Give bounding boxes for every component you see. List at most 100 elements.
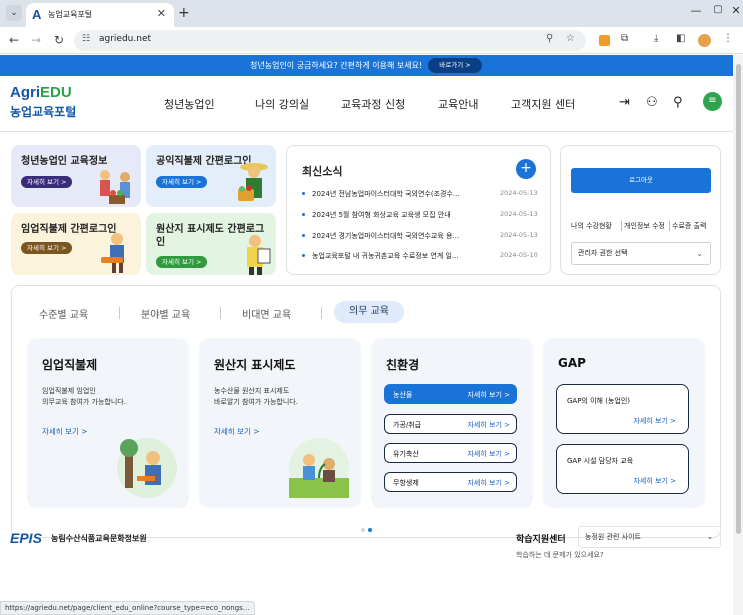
news-item-date: 2024-05-13 <box>500 210 538 218</box>
banner-shortcut-button[interactable]: 바로가기 > <box>428 58 482 73</box>
minimize-icon[interactable]: — <box>686 4 706 17</box>
download-icon[interactable]: ⤓ <box>654 33 658 44</box>
tab-close-icon[interactable]: ✕ <box>157 7 166 20</box>
tab-mandatory-education[interactable]: 의무 교육 <box>334 301 404 323</box>
epis-logo[interactable]: EPIS <box>10 530 42 546</box>
option-more: 자세히 보기 > <box>467 391 510 399</box>
zoom-icon[interactable]: ⚲ <box>546 33 553 44</box>
card-more-button[interactable]: 자세히 보기 > <box>156 176 208 188</box>
extension-icon[interactable] <box>599 35 610 46</box>
card-more-button[interactable]: 자세히 보기 > <box>21 176 73 188</box>
header-divider <box>0 131 733 132</box>
farmer-with-basket-icon <box>238 163 268 201</box>
news-item-title[interactable]: 2024년 5월 참여형 화상교육 교육생 모집 안내 <box>312 210 480 220</box>
eco-option-organic-livestock[interactable]: 유기축산 자세히 보기 > <box>384 443 517 463</box>
nav-edu-guide[interactable]: 교육안내 <box>438 96 478 112</box>
news-item-date: 2024-05-13 <box>500 231 538 239</box>
related-sites-select[interactable]: 농정원 관련 사이트 ⌄ <box>578 526 721 548</box>
tab-title: 농업교육포털 <box>48 10 93 19</box>
print-certificate-link[interactable]: 수료증 출력 <box>672 221 706 231</box>
news-title: 최신소식 <box>302 165 343 178</box>
tab-divider <box>220 307 221 319</box>
panel-description: 임업직불제 임업인 의무교육 참여가 가능합니다. <box>42 386 126 408</box>
news-item-title[interactable]: 농업교육포털 내 귀농귀촌교육 수료정보 연계 일... <box>312 251 480 261</box>
site-logo[interactable]: AgriEDU <box>10 84 72 101</box>
profile-avatar[interactable] <box>698 34 711 47</box>
top-banner: 청년농업인이 궁금하세요? 간편하게 이용해 보세요! 바로가기 > <box>0 55 733 76</box>
panel-desc-line: 임업직불제 임업인 <box>42 387 96 395</box>
option-more: 자세히 보기 > <box>467 421 510 429</box>
link-divider <box>669 221 670 231</box>
admin-role-select-value: 관리자 권한 선택 <box>578 249 628 257</box>
card-origin-labeling-login[interactable]: 원산지 표시제도 간편로그인 자세히 보기 > <box>146 213 276 275</box>
tab-online-education[interactable]: 비대면 교육 <box>242 306 291 321</box>
eco-option-antibiotic-free[interactable]: 무항생제 자세히 보기 > <box>384 472 517 492</box>
side-panel-icon[interactable]: ◧ <box>676 33 685 44</box>
card-young-farmer-info[interactable]: 청년농업인 교육정보 자세히 보기 > <box>11 145 141 207</box>
gap-box-label: GAP 시설 담당자 교육 <box>567 457 634 465</box>
card-more-button[interactable]: 자세히 보기 > <box>156 256 208 268</box>
bookmark-star-icon[interactable]: ☆ <box>566 33 575 44</box>
tab-level-education[interactable]: 수준별 교육 <box>39 306 88 321</box>
nav-my-classroom[interactable]: 나의 강의실 <box>255 96 309 112</box>
panel-description: 농수산물 원산지 표시제도 바로알기 참여가 가능합니다. <box>214 386 298 408</box>
news-item-date: 2024-05-13 <box>500 189 538 197</box>
browser-tab-bar: ⌄ A 농업교육포털 ✕ + — ▢ ✕ <box>0 0 743 27</box>
extensions-puzzle-icon[interactable]: ⧉ <box>621 33 628 44</box>
panel-origin-labeling[interactable]: 원산지 표시제도 농수산물 원산지 표시제도 바로알기 참여가 가능합니다. 자… <box>199 338 361 508</box>
tab-field-education[interactable]: 분야별 교육 <box>141 306 190 321</box>
site-logo-subtitle[interactable]: 농업교육포털 <box>10 103 76 120</box>
reload-icon[interactable]: ↻ <box>51 33 67 47</box>
maximize-icon[interactable]: ▢ <box>708 4 728 15</box>
news-more-plus-icon[interactable]: + <box>516 159 536 179</box>
nav-support-center[interactable]: 고객지원 센터 <box>511 96 575 112</box>
page-scrollbar-thumb[interactable] <box>736 64 741 534</box>
url-text[interactable]: agriedu.net <box>99 34 151 44</box>
news-item-title[interactable]: 2024년 전남농업마이스터대학 국외연수(조경수... <box>312 189 480 199</box>
search-icon[interactable]: ⚲ <box>673 95 683 110</box>
site-info-icon[interactable]: ☷ <box>82 34 90 44</box>
eco-option-processing[interactable]: 가공/취급 자세히 보기 > <box>384 414 517 434</box>
panel-title: 원산지 표시제도 <box>214 358 296 372</box>
pagination-dot[interactable] <box>361 528 365 532</box>
forward-arrow-icon[interactable]: → <box>28 33 44 47</box>
all-menu-icon[interactable]: ≡ <box>703 92 722 111</box>
pagination-dot-active[interactable] <box>368 528 372 532</box>
tab-search-chevron-icon[interactable]: ⌄ <box>6 5 22 21</box>
admin-role-select[interactable]: 관리자 권한 선택 ⌄ <box>571 242 711 265</box>
card-forestry-direct-payment-login[interactable]: 임업직불제 간편로그인 자세히 보기 > <box>11 213 141 275</box>
eco-option-produce[interactable]: 농산물 자세히 보기 > <box>384 384 517 404</box>
browser-tab[interactable]: A 농업교육포털 ✕ <box>26 3 174 27</box>
bullet-icon <box>302 254 305 257</box>
new-tab-plus-icon[interactable]: + <box>178 5 190 21</box>
card-more-button[interactable]: 자세히 보기 > <box>21 242 73 254</box>
browser-menu-icon[interactable]: ⋮ <box>723 33 733 44</box>
panel-eco-friendly: 친환경 농산물 자세히 보기 > 가공/취급 자세히 보기 > 유기축산 자세히 보기… <box>371 338 533 508</box>
panel-gap: GAP GAP의 이해 (농업인) 자세히 보기 > GAP 시설 담당자 교육 자… <box>543 338 705 508</box>
gap-facility-staff-course[interactable]: GAP 시설 담당자 교육 자세히 보기 > <box>556 444 689 494</box>
user-icon[interactable]: ⚇ <box>646 95 658 110</box>
browser-toolbar: ← → ↻ ☷ agriedu.net ⚲ ☆ ⧉ ⤓ ◧ ⋮ <box>0 27 743 54</box>
panel-more-link[interactable]: 자세히 보기 > <box>42 426 88 437</box>
logout-button[interactable]: 로그아웃 <box>571 168 711 193</box>
logout-arrow-icon[interactable]: ⇥ <box>619 95 630 110</box>
nav-young-farmer[interactable]: 청년농업인 <box>164 96 215 112</box>
forester-chainsaw-icon <box>101 233 124 273</box>
news-item-title[interactable]: 2024년 경기농업마이스터대학 국외연수교육 용... <box>312 231 480 241</box>
panel-desc-line: 농수산물 원산지 표시제도 <box>214 387 290 395</box>
address-bar[interactable]: ☷ agriedu.net ⚲ ☆ <box>74 30 586 51</box>
gap-farmer-course[interactable]: GAP의 이해 (농업인) 자세히 보기 > <box>556 384 689 434</box>
carousel-pagination <box>361 525 375 535</box>
panel-more-link[interactable]: 자세히 보기 > <box>214 426 260 437</box>
panel-desc-line: 의무교육 참여가 가능합니다. <box>42 398 126 406</box>
edit-profile-link[interactable]: 개인정보 수정 <box>624 221 665 231</box>
nav-course-apply[interactable]: 교육과정 신청 <box>341 96 405 112</box>
panel-desc-line: 바로알기 참여가 가능합니다. <box>214 398 298 406</box>
back-arrow-icon[interactable]: ← <box>6 33 22 47</box>
my-course-status-link[interactable]: 나의 수강현황 <box>571 221 612 231</box>
card-public-direct-payment-login[interactable]: 공익직불제 간편로그인 자세히 보기 > <box>146 145 276 207</box>
site-favicon-icon: A <box>32 7 42 22</box>
news-item-date: 2024-05-10 <box>500 251 538 259</box>
panel-forestry-payment[interactable]: 임업직불제 임업직불제 임업인 의무교육 참여가 가능합니다. 자세히 보기 > <box>27 338 189 508</box>
window-close-icon[interactable]: ✕ <box>726 4 743 17</box>
